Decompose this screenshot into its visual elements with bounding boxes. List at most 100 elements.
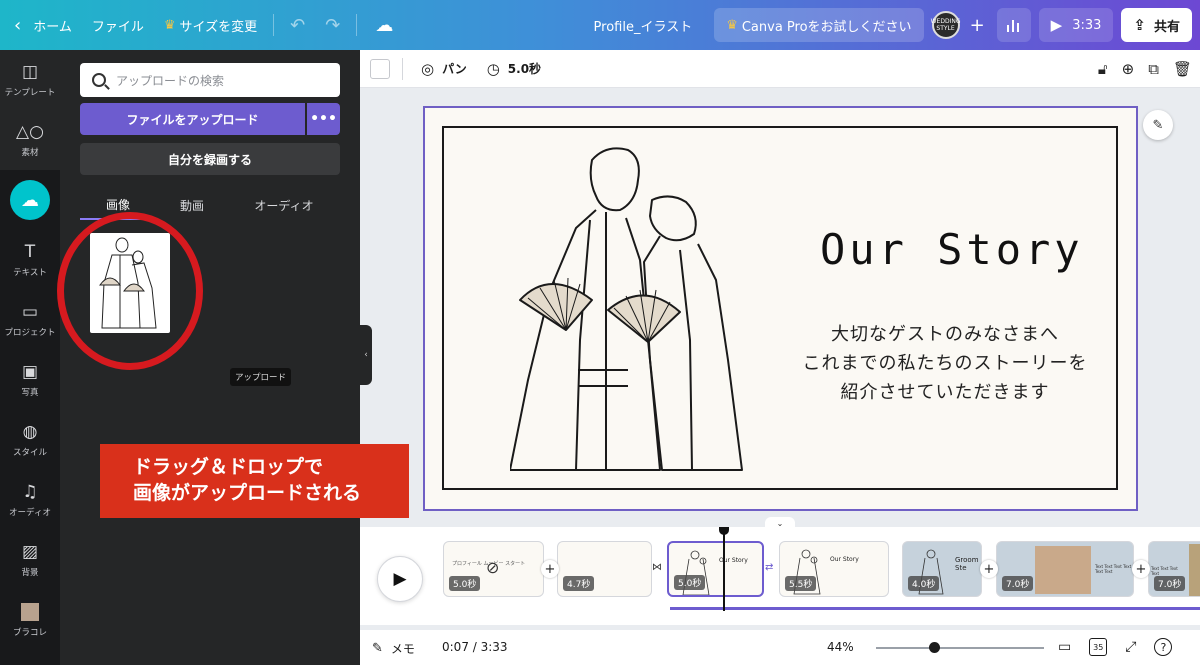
status-bar: ✎ メモ 0:07 / 3:33 44% ▭ 35 ⤢ ? bbox=[360, 630, 1200, 665]
add-comment-icon[interactable]: ✎ bbox=[1143, 110, 1173, 140]
audio-track-bar[interactable] bbox=[670, 607, 1200, 610]
play-icon: ▶ bbox=[1050, 16, 1063, 34]
divider bbox=[356, 14, 358, 36]
timeline-slide-6[interactable]: Text Text Text Text Text Text 7.0秒 bbox=[996, 541, 1134, 597]
timeline-view-icon[interactable]: ▭ bbox=[1058, 639, 1071, 655]
rail-text[interactable]: T テキスト bbox=[0, 230, 60, 290]
rail-background[interactable]: ▨ 背景 bbox=[0, 530, 60, 590]
redo-icon[interactable]: ↷ bbox=[315, 15, 350, 36]
zoom-slider-handle[interactable] bbox=[929, 642, 941, 653]
timeline-slide-7[interactable]: Text Text Text Text 7.0秒 bbox=[1148, 541, 1200, 597]
share-icon: ⇪ bbox=[1133, 16, 1146, 34]
upload-icon: ☁ bbox=[10, 180, 50, 220]
page-title[interactable]: Our Story bbox=[820, 225, 1084, 274]
rail-elements[interactable]: △○ 素材 bbox=[0, 110, 60, 170]
notes-icon: ✎ bbox=[372, 641, 383, 656]
music-icon: ♫ bbox=[22, 481, 38, 502]
add-slide-icon[interactable]: + bbox=[980, 560, 998, 578]
timeline-slide-1[interactable]: プロフィール ムービー スタート ⊘ 5.0秒 bbox=[443, 541, 544, 597]
rail-projects[interactable]: ▭ プロジェクト bbox=[0, 290, 60, 350]
chevron-left-icon: ‹ bbox=[14, 14, 22, 36]
cloud-saved-icon[interactable]: ☁ bbox=[363, 15, 405, 36]
lock-icon[interactable]: 🔓︎ bbox=[1098, 60, 1108, 78]
add-member-icon[interactable]: + bbox=[970, 15, 985, 36]
record-yourself-button[interactable]: 自分を録画する bbox=[80, 143, 340, 175]
grid-view-button[interactable]: 35 bbox=[1089, 638, 1108, 656]
rail-templates[interactable]: ◫ テンプレート bbox=[0, 50, 60, 110]
timeline-slide-3[interactable]: Our Story 5.0秒 bbox=[667, 541, 764, 597]
rail-styles[interactable]: ◍ スタイル bbox=[0, 410, 60, 470]
slide-photo bbox=[1189, 544, 1200, 596]
timeline-slide-5[interactable]: Groom Ste 4.0秒 bbox=[902, 541, 982, 597]
design-title[interactable]: Profile_イラスト bbox=[594, 0, 715, 50]
highlight-circle bbox=[57, 212, 203, 370]
collapse-panel-handle[interactable]: ‹ bbox=[360, 325, 372, 385]
home-button[interactable]: ‹ ホーム bbox=[0, 0, 82, 50]
avatar[interactable]: WEDDING STYLE bbox=[931, 11, 961, 39]
upload-files-button[interactable]: ファイルをアップロード bbox=[80, 103, 305, 135]
tab-videos[interactable]: 動画 bbox=[156, 190, 228, 220]
file-menu[interactable]: ファイル bbox=[82, 0, 154, 50]
top-bar: ‹ ホーム ファイル ♛ サイズを変更 ↶ ↷ ☁ Profile_イラスト ♛… bbox=[0, 0, 1200, 50]
notes-button[interactable]: ✎ メモ bbox=[372, 640, 415, 657]
divider bbox=[402, 57, 403, 80]
playhead[interactable] bbox=[719, 527, 729, 611]
pan-button[interactable]: ◎ パン bbox=[411, 60, 477, 78]
search-icon bbox=[92, 73, 106, 87]
playback-time: 0:07 / 3:33 bbox=[442, 640, 508, 654]
timeline-slide-4[interactable]: Our Story 5.5秒 bbox=[779, 541, 889, 597]
help-button[interactable]: ? bbox=[1154, 638, 1173, 656]
analytics-button[interactable] bbox=[996, 8, 1031, 42]
view-controls: ▭ 35 ⤢ ? bbox=[1058, 638, 1173, 656]
rail-photos[interactable]: ▣ 写真 bbox=[0, 350, 60, 410]
rail-brand[interactable]: ブラコレ bbox=[0, 590, 60, 650]
add-slide-icon[interactable]: + bbox=[541, 560, 559, 578]
baby-photo bbox=[1035, 546, 1091, 594]
rail-audio[interactable]: ♫ オーディオ bbox=[0, 470, 60, 530]
share-button[interactable]: ⇪ 共有 bbox=[1121, 8, 1192, 42]
transition-icon[interactable]: ⇄ bbox=[765, 562, 773, 573]
collapse-timeline-handle[interactable]: ⌄ bbox=[765, 517, 795, 529]
divider bbox=[273, 14, 275, 36]
chevron-down-icon: ⌄ bbox=[776, 518, 784, 528]
zoom-level[interactable]: 44% bbox=[827, 640, 854, 654]
folder-icon: ▭ bbox=[21, 301, 39, 322]
duration-button[interactable]: ◷ 5.0秒 bbox=[477, 60, 551, 78]
timeline-slide-2[interactable]: 4.7秒 bbox=[557, 541, 652, 597]
add-slide-icon[interactable]: + bbox=[1132, 560, 1150, 578]
photo-icon: ▣ bbox=[21, 361, 39, 382]
play-button[interactable]: ▶ bbox=[377, 556, 423, 602]
zoom-slider-track[interactable] bbox=[876, 647, 1044, 649]
hidden-eye-icon: ⊘ bbox=[486, 558, 500, 577]
crown-icon: ♛ bbox=[726, 17, 738, 33]
palette-icon: ◍ bbox=[22, 421, 38, 442]
more-options-button[interactable]: ••• bbox=[307, 103, 340, 135]
couple-illustration[interactable] bbox=[510, 140, 760, 480]
add-page-icon[interactable]: ⊕ bbox=[1122, 60, 1135, 78]
play-icon: ▶ bbox=[393, 569, 407, 589]
uploads-panel: アップロードの検索 ファイルをアップロード ••• 自分を録画する 画像 動画 … bbox=[57, 50, 360, 665]
brand-icon bbox=[21, 602, 39, 621]
rail-uploads[interactable]: ☁ bbox=[0, 170, 60, 230]
search-input[interactable]: アップロードの検索 bbox=[80, 63, 340, 97]
animation-icon: ◎ bbox=[421, 59, 435, 78]
crown-icon: ♛ bbox=[163, 17, 176, 33]
template-icon: ◫ bbox=[21, 61, 39, 82]
text-icon: T bbox=[24, 241, 36, 262]
delete-page-icon[interactable]: 🗑︎ bbox=[1173, 60, 1192, 78]
resize-button[interactable]: ♛ サイズを変更 bbox=[154, 0, 267, 50]
chevron-left-icon: ‹ bbox=[364, 350, 368, 360]
canva-pro-trial-button[interactable]: ♛ Canva Proをお試しください bbox=[714, 8, 924, 42]
duplicate-page-icon[interactable]: ⧉ bbox=[1148, 60, 1159, 78]
tab-audio[interactable]: オーディオ bbox=[228, 190, 340, 220]
background-color-swatch[interactable] bbox=[370, 58, 390, 79]
clock-icon: ◷ bbox=[486, 59, 500, 78]
fullscreen-icon[interactable]: ⤢ bbox=[1125, 639, 1136, 655]
undo-icon[interactable]: ↶ bbox=[280, 15, 315, 36]
intro-text[interactable]: 大切なゲストのみなさまへ これまでの私たちのストーリーを 紹介させていただきます bbox=[790, 320, 1100, 407]
elements-icon: △○ bbox=[16, 121, 44, 142]
left-rail: ◫ テンプレート △○ 素材 ☁ T テキスト ▭ プロジェクト ▣ 写真 ◍ … bbox=[0, 50, 60, 665]
annotation-box: ドラッグ＆ドロップで 画像がアップロードされる bbox=[100, 444, 409, 518]
present-button[interactable]: ▶ 3:33 bbox=[1038, 8, 1114, 42]
transition-icon[interactable]: ⋈ bbox=[652, 562, 662, 573]
